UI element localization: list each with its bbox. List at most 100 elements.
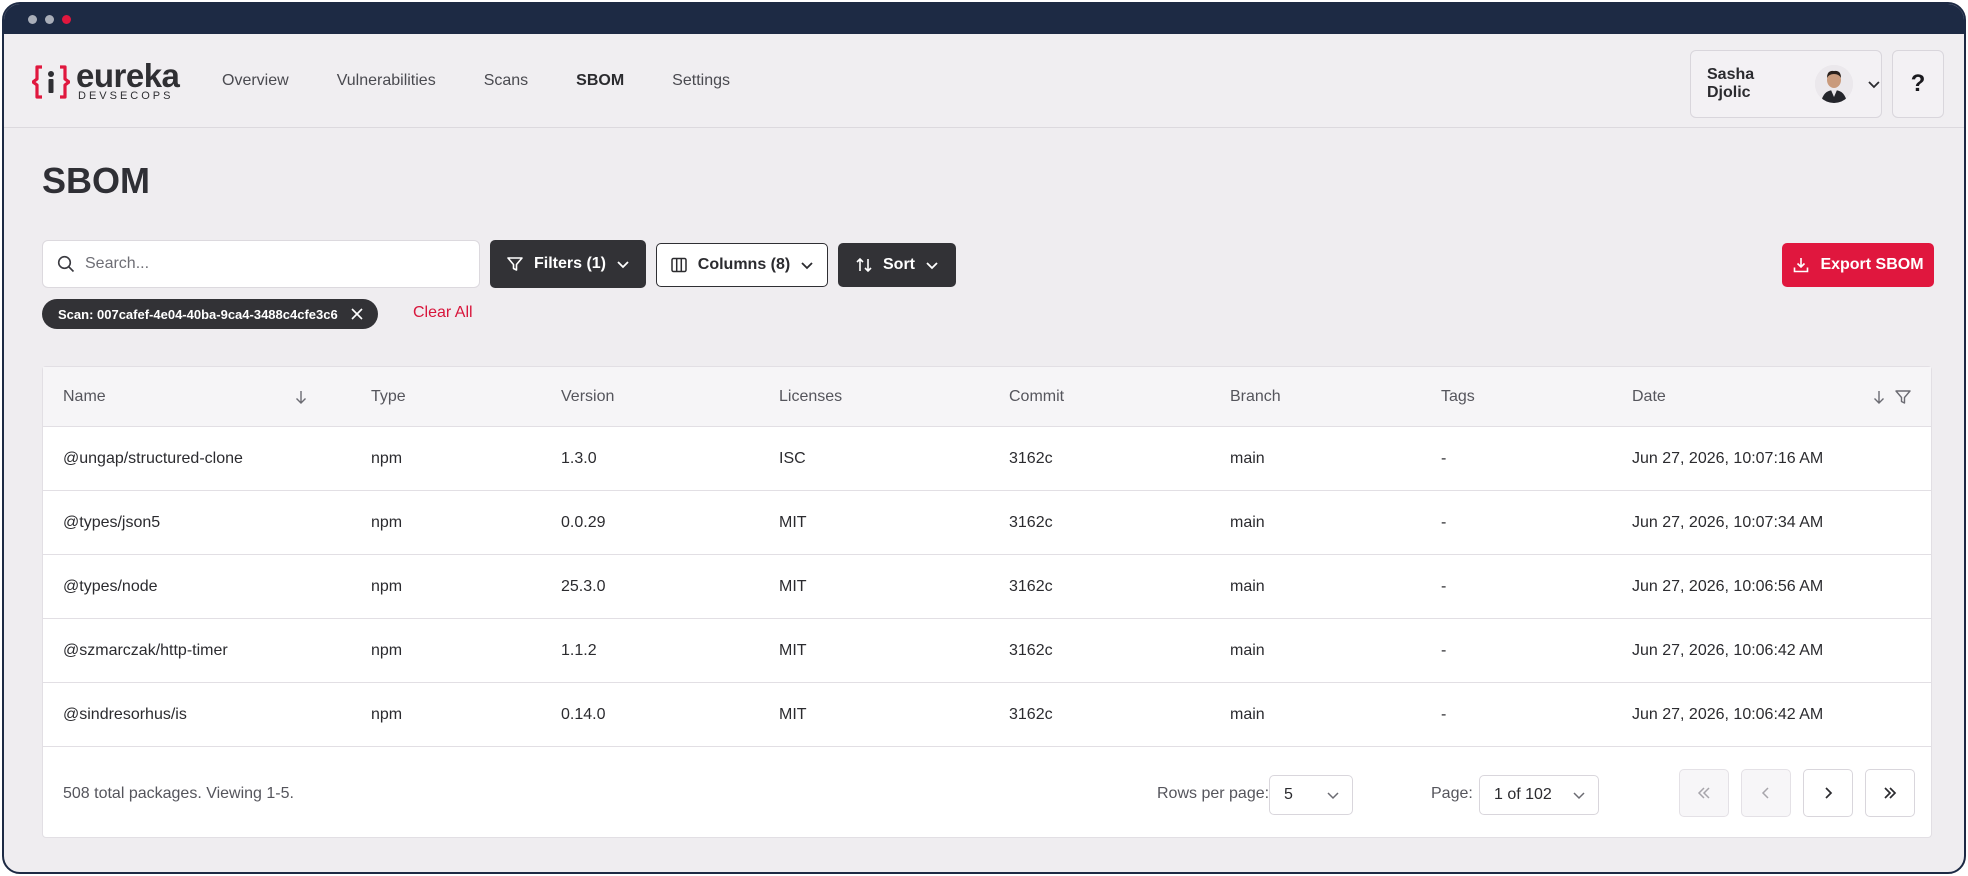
help-button[interactable]: ? <box>1892 50 1944 118</box>
cell-type: npm <box>371 450 403 467</box>
cell-commit: 3162c <box>1009 514 1053 531</box>
nav-item-vulnerabilities[interactable]: Vulnerabilities <box>337 72 436 90</box>
chevron-down-icon <box>617 261 629 269</box>
user-menu[interactable]: Sasha Djolic <box>1690 50 1882 118</box>
columns-icon <box>671 257 687 273</box>
cell-version: 1.3.0 <box>561 450 597 467</box>
cell-branch: main <box>1230 514 1265 531</box>
cell-branch: main <box>1230 578 1265 595</box>
previous-page-button[interactable] <box>1741 769 1791 817</box>
rows-per-page-label: Rows per page: <box>1157 785 1270 802</box>
chevrons-left-icon <box>1697 787 1710 799</box>
column-header-licenses[interactable]: Licenses <box>779 367 842 427</box>
logo-tagline: DEVSECOPS <box>78 90 174 102</box>
window-close-dot-icon[interactable] <box>62 14 71 24</box>
cell-branch: main <box>1230 642 1265 659</box>
close-icon[interactable] <box>350 307 364 321</box>
table-row[interactable]: @sindresorhus/is npm 0.14.0 MIT 3162c ma… <box>43 683 1931 747</box>
chevron-down-icon <box>1327 792 1339 800</box>
sort-descending-icon[interactable] <box>1871 389 1887 405</box>
column-header-date[interactable]: Date <box>1632 367 1666 427</box>
column-header-tags[interactable]: Tags <box>1441 367 1475 427</box>
logo-wordmark: eureka <box>76 57 180 94</box>
cell-commit: 3162c <box>1009 450 1053 467</box>
export-sbom-button[interactable]: Export SBOM <box>1782 243 1934 287</box>
filter-icon[interactable] <box>1894 388 1912 406</box>
app-logo[interactable]: eureka DEVSECOPS <box>32 57 180 102</box>
cell-type: npm <box>371 514 403 531</box>
cell-commit: 3162c <box>1009 706 1053 723</box>
columns-label: Columns (8) <box>697 256 791 273</box>
cell-branch: main <box>1230 706 1265 723</box>
table-header: Name Type Version Licenses Commit Branch… <box>43 367 1931 427</box>
sort-icon <box>856 257 872 273</box>
clear-all-link[interactable]: Clear All <box>413 304 473 322</box>
page-title: SBOM <box>42 160 150 201</box>
chevron-down-icon <box>1573 792 1585 800</box>
table-row[interactable]: @szmarczak/http-timer npm 1.1.2 MIT 3162… <box>43 619 1931 683</box>
rows-per-page-value: 5 <box>1284 786 1293 803</box>
next-page-button[interactable] <box>1803 769 1853 817</box>
nav-item-overview[interactable]: Overview <box>222 72 289 90</box>
cell-type: npm <box>371 706 403 723</box>
pagination-summary: 508 total packages. Viewing 1-5. <box>63 785 294 802</box>
table-row[interactable]: @types/node npm 25.3.0 MIT 3162c main - … <box>43 555 1931 619</box>
sbom-table: Name Type Version Licenses Commit Branch… <box>42 366 1932 838</box>
cell-branch: main <box>1230 450 1265 467</box>
page-label: Page: <box>1431 785 1473 802</box>
cell-licenses: ISC <box>779 450 806 467</box>
avatar <box>1815 65 1854 103</box>
app-window: eureka DEVSECOPS Overview Vulnerabilitie… <box>2 2 1966 874</box>
column-header-branch[interactable]: Branch <box>1230 367 1281 427</box>
cell-date: Jun 27, 2026, 10:07:34 AM <box>1632 514 1824 531</box>
columns-button[interactable]: Columns (8) <box>656 243 828 287</box>
cell-tags: - <box>1441 706 1447 723</box>
cell-version: 0.0.29 <box>561 514 606 531</box>
column-header-type[interactable]: Type <box>371 367 406 427</box>
cell-tags: - <box>1441 578 1447 595</box>
nav-item-scans[interactable]: Scans <box>484 72 528 90</box>
search-input[interactable] <box>85 255 445 273</box>
window-titlebar <box>4 4 1964 34</box>
cell-commit: 3162c <box>1009 642 1053 659</box>
main-nav: Overview Vulnerabilities Scans SBOM Sett… <box>222 34 778 128</box>
chevron-right-icon <box>1825 787 1833 799</box>
user-avatar-icon <box>1815 65 1854 103</box>
cell-licenses: MIT <box>779 578 807 595</box>
column-header-commit[interactable]: Commit <box>1009 367 1064 427</box>
cell-date: Jun 27, 2026, 10:07:16 AM <box>1632 450 1824 467</box>
sort-button[interactable]: Sort <box>838 243 956 287</box>
chevron-down-icon <box>801 262 813 270</box>
cell-commit: 3162c <box>1009 578 1053 595</box>
last-page-button[interactable] <box>1865 769 1915 817</box>
rows-per-page-select[interactable]: 5 <box>1269 775 1353 815</box>
cell-name: @types/json5 <box>63 514 161 531</box>
cell-date: Jun 27, 2026, 10:06:42 AM <box>1632 706 1824 723</box>
top-navigation: eureka DEVSECOPS Overview Vulnerabilitie… <box>4 34 1964 128</box>
table-row[interactable]: @ungap/structured-clone npm 1.3.0 ISC 31… <box>43 427 1931 491</box>
table-row[interactable]: @types/json5 npm 0.0.29 MIT 3162c main -… <box>43 491 1931 555</box>
cell-type: npm <box>371 578 403 595</box>
filters-button[interactable]: Filters (1) <box>490 240 646 288</box>
cell-licenses: MIT <box>779 514 807 531</box>
cell-name: @types/node <box>63 578 158 595</box>
filters-label: Filters (1) <box>533 255 606 272</box>
sort-label: Sort <box>883 256 915 273</box>
cell-name: @sindresorhus/is <box>63 706 187 723</box>
page-select[interactable]: 1 of 102 <box>1479 775 1599 815</box>
cell-name: @ungap/structured-clone <box>63 450 243 467</box>
cell-tags: - <box>1441 642 1447 659</box>
nav-item-sbom[interactable]: SBOM <box>576 72 624 90</box>
column-header-version[interactable]: Version <box>561 367 614 427</box>
nav-item-settings[interactable]: Settings <box>672 72 730 90</box>
chevrons-right-icon <box>1884 787 1897 799</box>
search-box[interactable] <box>42 240 480 288</box>
column-header-name[interactable]: Name <box>63 367 106 427</box>
active-filter-chip: Scan: 007cafef-4e04-40ba-9ca4-3488c4cfe3… <box>42 299 378 329</box>
cell-licenses: MIT <box>779 642 807 659</box>
user-name: Sasha Djolic <box>1707 66 1755 101</box>
cell-type: npm <box>371 642 403 659</box>
sort-descending-icon[interactable] <box>293 389 309 405</box>
first-page-button[interactable] <box>1679 769 1729 817</box>
window-dot-icon <box>45 14 54 24</box>
